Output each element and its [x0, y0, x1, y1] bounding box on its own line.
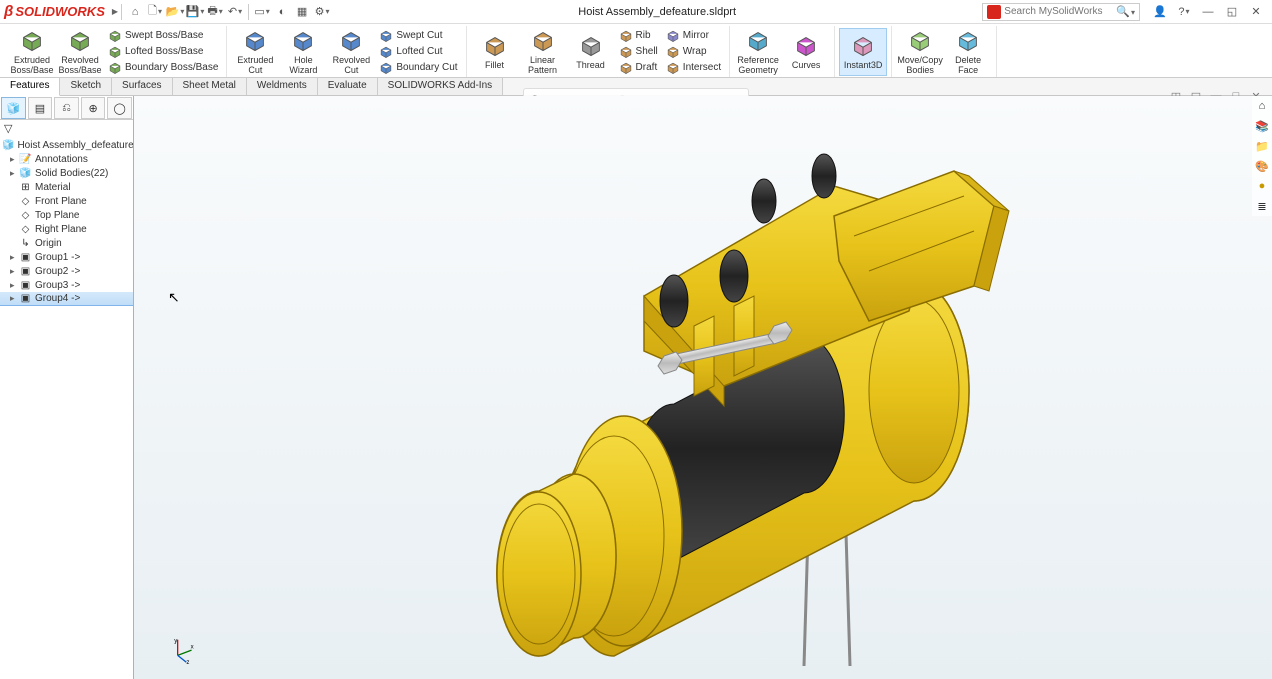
appearances-icon[interactable]: ● [1253, 177, 1271, 195]
hole-wizard-button[interactable]: HoleWizard [279, 28, 327, 76]
tab-sheet-metal[interactable]: Sheet Metal [173, 78, 247, 95]
swept-cut-button[interactable]: Swept Cut [375, 28, 461, 44]
print-icon[interactable]: 🖶▾ [207, 4, 223, 20]
lofted-cut-button[interactable]: Lofted Cut [375, 44, 461, 60]
intersect-button[interactable]: Intersect [662, 60, 725, 76]
tree-item[interactable]: ↳Origin [0, 236, 133, 250]
view-palette-icon[interactable]: 🎨 [1253, 157, 1271, 175]
tree-item[interactable]: ◇Top Plane [0, 208, 133, 222]
tab-weldments[interactable]: Weldments [247, 78, 318, 95]
home-pane-icon[interactable]: ⌂ [1253, 97, 1271, 115]
shell-button[interactable]: Shell [615, 44, 662, 60]
search-icon[interactable]: 🔍▾ [1116, 5, 1135, 18]
help-icon[interactable]: ?▾ [1174, 4, 1194, 20]
undo-icon[interactable]: ↶▾ [227, 4, 243, 20]
tree-item[interactable]: ▸▣Group1 -> [0, 250, 133, 264]
tab-surfaces[interactable]: Surfaces [112, 78, 172, 95]
tree-item[interactable]: ▸▣Group4 -> [0, 292, 133, 306]
orientation-triad[interactable]: y x z [169, 638, 195, 664]
z-axis-label: z [186, 660, 189, 664]
tab-solidworks-add-ins[interactable]: SOLIDWORKS Add-Ins [378, 78, 503, 95]
select-icon[interactable]: ▭▾ [254, 4, 270, 20]
tree-item[interactable]: ▸📝Annotations [0, 152, 133, 166]
restore-icon[interactable]: ◱ [1222, 4, 1242, 20]
tab-sketch[interactable]: Sketch [60, 78, 112, 95]
tree-item[interactable]: ▸▣Group3 -> [0, 278, 133, 292]
tab-features[interactable]: Features [0, 78, 60, 96]
tree-item[interactable]: ⊞Material [0, 180, 133, 194]
link-icon[interactable]: ▦ [294, 4, 310, 20]
config-tab[interactable]: ⎌ [54, 97, 79, 119]
search-box[interactable]: 🔍▾ [982, 3, 1140, 21]
minimize-icon[interactable]: — [1198, 4, 1218, 20]
display-tab[interactable]: ◯ [107, 97, 132, 119]
ribbon: ExtrudedBoss/BaseRevolvedBoss/BaseSwept … [0, 24, 1272, 78]
extruded-cut-button[interactable]: ExtrudedCut [231, 28, 279, 76]
instant3d-button[interactable]: Instant3D [839, 28, 887, 76]
tree-item[interactable]: ▸▣Group2 -> [0, 264, 133, 278]
property-tab[interactable]: ▤ [28, 97, 53, 119]
feature-tree: 🧊Hoist Assembly_defeature (Default▸📝Anno… [0, 136, 133, 308]
design-library-icon[interactable]: 📚 [1253, 117, 1271, 135]
close-icon[interactable]: ✕ [1246, 4, 1266, 20]
feature-tree-tab[interactable]: 🧊 [1, 97, 26, 119]
hoist-model[interactable] [314, 126, 1064, 666]
user-icon[interactable]: 👤 [1150, 4, 1170, 20]
boundary-cut-button[interactable]: Boundary Cut [375, 60, 461, 76]
search-input[interactable] [1004, 6, 1114, 17]
tab-evaluate[interactable]: Evaluate [318, 78, 378, 95]
custom-props-icon[interactable]: ≣ [1253, 197, 1271, 215]
x-axis-label: x [191, 644, 194, 650]
new-icon[interactable]: 🗋▾ [147, 4, 163, 20]
options-icon[interactable]: ⚙▾ [314, 4, 330, 20]
boundary-boss-button[interactable]: Boundary Boss/Base [104, 60, 222, 76]
task-pane: ⌂ 📚 📁 🎨 ● ≣ [1252, 96, 1272, 216]
sw-icon [987, 5, 1001, 19]
rib-button[interactable]: Rib [615, 28, 662, 44]
feature-manager-panel: 🧊 ▤ ⎌ ⊕ ◯ ▽ 🧊Hoist Assembly_defeature (D… [0, 96, 134, 679]
file-explorer-icon[interactable]: 📁 [1253, 137, 1271, 155]
rebuild-icon[interactable]: ◐ [274, 4, 290, 20]
wrap-button[interactable]: Wrap [662, 44, 725, 60]
swept-boss-button[interactable]: Swept Boss/Base [104, 28, 222, 44]
home-icon[interactable]: ⌂ [127, 4, 143, 20]
ref-geometry-button[interactable]: ReferenceGeometry [734, 28, 782, 76]
open-icon[interactable]: 📂▾ [167, 4, 183, 20]
revolved-boss-button[interactable]: RevolvedBoss/Base [56, 28, 104, 76]
title-bar: βSOLIDWORKS ▶ ⌂ 🗋▾ 📂▾ 💾▾ 🖶▾ ↶▾ ▭▾ ◐ ▦ ⚙▾… [0, 0, 1272, 24]
save-icon[interactable]: 💾▾ [187, 4, 203, 20]
mirror-button[interactable]: Mirror [662, 28, 725, 44]
extruded-boss-button[interactable]: ExtrudedBoss/Base [8, 28, 56, 76]
linear-pattern-button[interactable]: LinearPattern [519, 28, 567, 76]
document-title: Hoist Assembly_defeature.sldprt [332, 6, 982, 18]
tree-item[interactable]: ◇Front Plane [0, 194, 133, 208]
delete-face-button[interactable]: DeleteFace [944, 28, 992, 76]
curves-button[interactable]: Curves [782, 28, 830, 76]
tree-item[interactable]: ◇Right Plane [0, 222, 133, 236]
tree-item[interactable]: ▸🧊Solid Bodies(22) [0, 166, 133, 180]
fillet-button[interactable]: Fillet [471, 28, 519, 76]
lofted-boss-button[interactable]: Lofted Boss/Base [104, 44, 222, 60]
graphics-viewport[interactable]: y x z [134, 96, 1272, 679]
app-logo: βSOLIDWORKS [4, 3, 105, 20]
revolved-cut-button[interactable]: RevolvedCut [327, 28, 375, 76]
filter-icon[interactable]: ▽ [4, 122, 12, 135]
thread-button[interactable]: Thread [567, 28, 615, 76]
move-copy-button[interactable]: Move/CopyBodies [896, 28, 944, 76]
logo-dropdown-icon[interactable]: ▶ [112, 7, 118, 16]
dimxpert-tab[interactable]: ⊕ [81, 97, 106, 119]
tree-root[interactable]: 🧊Hoist Assembly_defeature (Default [0, 138, 133, 152]
draft-button[interactable]: Draft [615, 60, 662, 76]
